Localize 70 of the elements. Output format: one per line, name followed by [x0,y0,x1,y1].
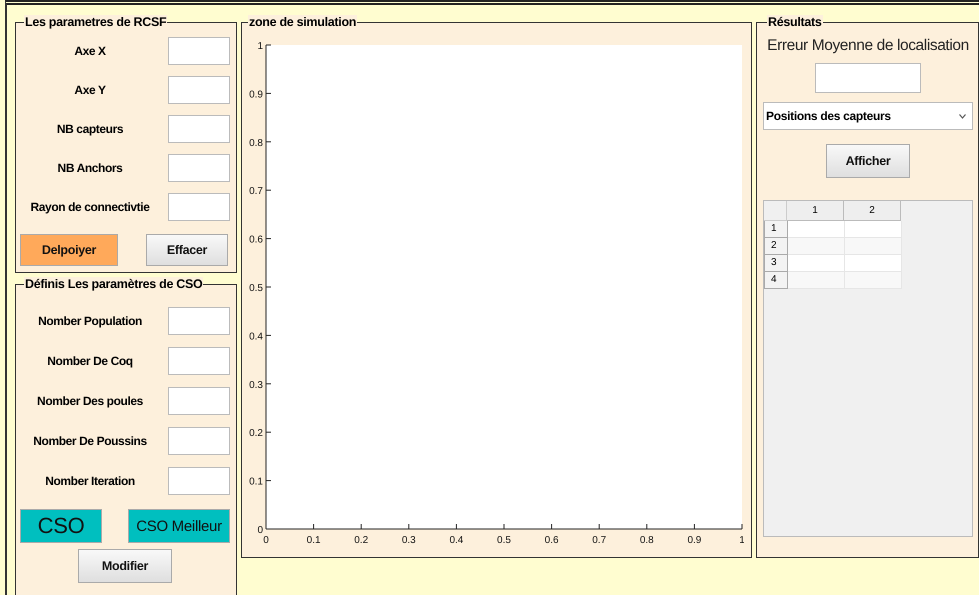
row-header: 3 [764,255,788,272]
tick-label: 0.9 [687,535,702,546]
tick-label: 0.9 [249,89,263,100]
table-cell [788,238,845,255]
field-label: Nomber Iteration [44,474,136,488]
field-label: Nomber Des poules [36,394,144,408]
row-header: 2 [764,238,788,255]
chevron-icon [959,114,966,118]
tick-label: 0.3 [249,380,263,391]
tick-label: 0.8 [640,535,654,546]
tick-label: 0.5 [497,535,511,546]
tick-label: 0.8 [249,138,263,149]
table-cell [788,255,845,272]
row-header: 4 [764,272,788,289]
tick-label: 0.4 [249,331,263,342]
table-cell [845,238,902,255]
dropdown[interactable]: Positions des capteurs [763,102,973,130]
field-label: NB capteurs [56,122,124,136]
tick-label: 0.5 [249,283,263,294]
table-cell [788,272,845,289]
column-header: 1 [787,201,844,221]
field-label: Axe X [73,44,107,58]
field-label: Nomber De Poussins [32,434,148,448]
action-button[interactable]: Effacer [146,234,228,266]
input-field[interactable] [168,192,230,220]
tick-label: 1 [257,41,263,52]
action-button[interactable]: Delpoiyer [20,234,118,266]
action-button[interactable]: Afficher [826,144,910,178]
input-field[interactable] [168,76,230,104]
input-field[interactable] [168,347,230,375]
tick-label: 0.2 [249,428,263,440]
row-header: 1 [764,221,788,238]
column-header: 2 [844,201,901,221]
input-field[interactable] [168,114,230,142]
panel-title: zone de simulation [248,15,358,29]
input-field[interactable] [168,387,230,415]
input-field[interactable] [815,63,921,93]
action-button[interactable]: Modifier [78,549,172,583]
input-field[interactable] [168,36,230,64]
tick-label: 0.7 [249,186,263,198]
tick-label: 0.2 [354,535,368,546]
tick-label: 0.4 [449,535,464,546]
error-label: Erreur Moyenne de localisation [767,37,969,55]
table-cell [845,272,902,289]
tick-label: 0.3 [402,535,416,546]
table-cell [788,221,845,238]
input-field[interactable] [168,307,230,335]
input-field[interactable] [168,427,230,455]
tick-label: 0.1 [306,535,321,546]
field-label: Rayon de connectivtie [30,200,150,214]
field-label: NB Anchors [56,160,124,174]
input-field[interactable] [168,154,230,182]
tick-label: 1 [739,535,744,546]
tick-label: 0 [257,525,263,536]
field-label: Nomber De Coq [46,354,134,368]
panel-title: Définis Les paramètres de CSO [24,277,204,291]
tick-label: 0.6 [249,234,263,246]
tick-label: 0.1 [249,476,263,488]
input-field[interactable] [168,467,230,495]
tick-label: 0.7 [592,535,606,546]
field-label: Axe Y [73,82,107,96]
panel-title: Résultats [767,15,823,29]
panel-title: Les parametres de RCSF [24,15,168,29]
action-button[interactable]: CSO [20,509,102,543]
tick-label: 0.6 [544,535,559,546]
table-cell [845,255,902,272]
table-cell [845,221,902,238]
action-button[interactable]: CSO Meilleur [128,509,230,543]
tick-label: 0 [263,535,269,546]
field-label: Nomber Population [37,314,143,328]
